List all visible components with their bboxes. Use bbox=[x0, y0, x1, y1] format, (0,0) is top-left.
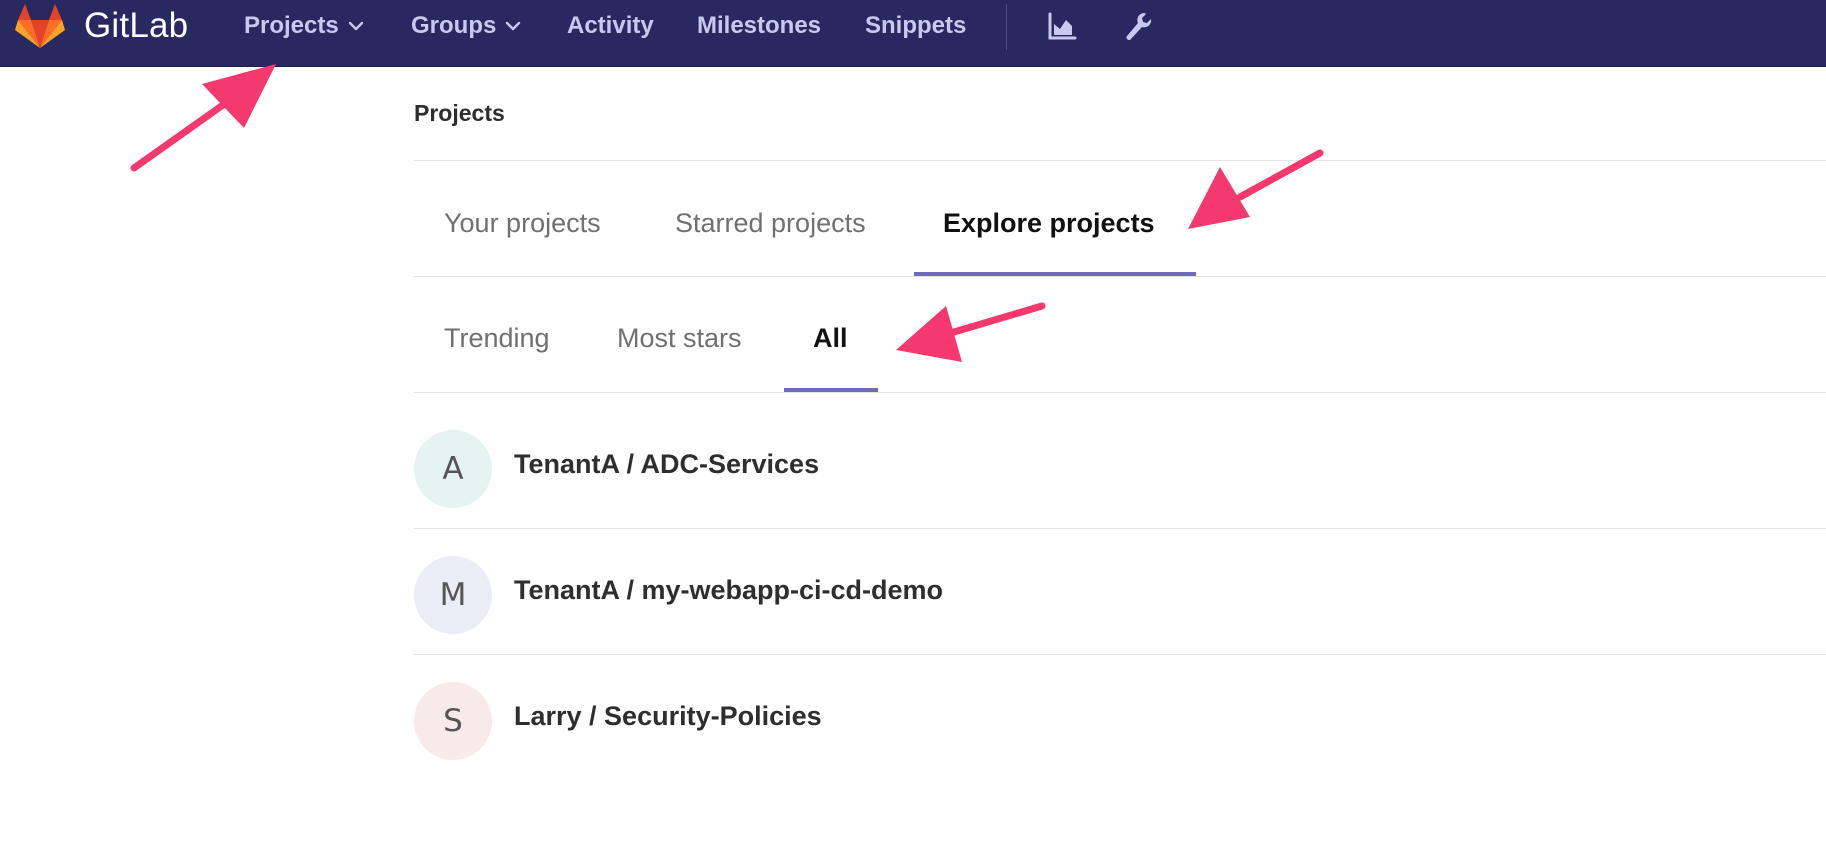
gitlab-logo-icon bbox=[15, 4, 65, 48]
project-row[interactable]: M TenantA / my-webapp-ci-cd-demo bbox=[414, 528, 1826, 652]
divider bbox=[414, 392, 1826, 393]
annotation-arrow-icon bbox=[1188, 149, 1324, 229]
divider bbox=[414, 276, 1826, 277]
chart-icon[interactable] bbox=[1046, 10, 1078, 42]
chevron-down-icon bbox=[506, 21, 521, 31]
wrench-icon[interactable] bbox=[1122, 10, 1154, 42]
annotation-arrow-icon bbox=[896, 302, 1046, 362]
project-avatar: M bbox=[414, 556, 492, 634]
page-title: Projects bbox=[414, 100, 505, 126]
chevron-down-icon bbox=[348, 21, 363, 31]
nav-groups-label: Groups bbox=[411, 12, 497, 39]
nav-snippets[interactable]: Snippets bbox=[865, 0, 966, 52]
nav-milestones[interactable]: Milestones bbox=[697, 0, 821, 52]
divider bbox=[414, 160, 1826, 161]
project-name[interactable]: Larry / Security-Policies bbox=[514, 701, 822, 732]
tab-trending[interactable]: Trending bbox=[444, 318, 550, 358]
brand-name: GitLab bbox=[84, 6, 189, 45]
nav-snippets-label: Snippets bbox=[865, 12, 967, 39]
tab-explore-projects[interactable]: Explore projects bbox=[943, 203, 1155, 243]
nav-milestones-label: Milestones bbox=[697, 12, 822, 39]
nav-projects-label: Projects bbox=[244, 12, 339, 39]
tab-most-stars[interactable]: Most stars bbox=[617, 318, 742, 358]
nav-divider bbox=[1006, 4, 1007, 50]
brand[interactable]: GitLab bbox=[14, 0, 188, 52]
nav-projects[interactable]: Projects bbox=[244, 0, 364, 52]
project-avatar: S bbox=[414, 682, 492, 760]
nav-activity-label: Activity bbox=[567, 12, 654, 39]
tab-your-projects[interactable]: Your projects bbox=[444, 203, 601, 243]
nav-groups[interactable]: Groups bbox=[411, 0, 521, 52]
tab-all[interactable]: All bbox=[813, 318, 848, 358]
project-name[interactable]: TenantA / my-webapp-ci-cd-demo bbox=[514, 575, 943, 606]
tab-starred-projects[interactable]: Starred projects bbox=[675, 203, 866, 243]
project-avatar: A bbox=[414, 430, 492, 508]
project-name[interactable]: TenantA / ADC-Services bbox=[514, 449, 819, 480]
project-row[interactable]: A TenantA / ADC-Services bbox=[414, 402, 1826, 526]
project-row[interactable]: S Larry / Security-Policies bbox=[414, 654, 1826, 778]
nav-activity[interactable]: Activity bbox=[567, 0, 654, 52]
annotation-arrow-icon bbox=[130, 64, 276, 172]
